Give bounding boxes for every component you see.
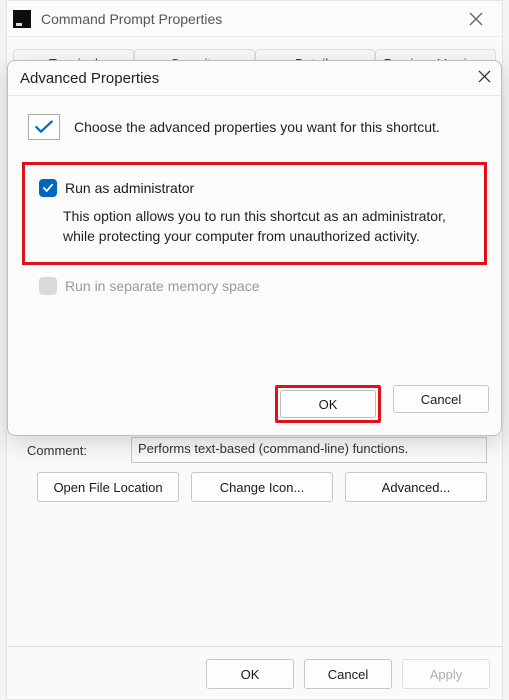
separate-memory-checkbox xyxy=(39,277,57,295)
checkmark-icon xyxy=(34,120,54,134)
advanced-button[interactable]: Advanced... xyxy=(345,472,487,502)
modal-footer-buttons: OK Cancel xyxy=(275,385,489,423)
parent-footer-buttons: OK Cancel Apply xyxy=(206,659,490,689)
modal-cancel-button[interactable]: Cancel xyxy=(393,385,489,413)
change-icon-button[interactable]: Change Icon... xyxy=(191,472,333,502)
separate-memory-label: Run in separate memory space xyxy=(65,278,260,294)
run-as-admin-row[interactable]: Run as administrator xyxy=(39,179,470,197)
close-icon xyxy=(469,12,483,26)
modal-heading-row: Choose the advanced properties you want … xyxy=(22,114,487,140)
run-as-admin-checkbox[interactable] xyxy=(39,179,57,197)
run-as-admin-highlight: Run as administrator This option allows … xyxy=(22,162,487,265)
modal-close-button[interactable] xyxy=(478,70,491,86)
close-icon xyxy=(478,70,491,83)
comment-label: Comment: xyxy=(27,443,131,458)
modal-body: Choose the advanced properties you want … xyxy=(8,95,501,295)
run-as-admin-description: This option allows you to run this short… xyxy=(63,207,463,246)
action-buttons-row: Open File Location Change Icon... Advanc… xyxy=(37,472,487,502)
comment-field[interactable]: Performs text-based (command-line) funct… xyxy=(131,437,487,463)
cmd-icon xyxy=(13,10,31,28)
checkmark-icon xyxy=(42,183,54,193)
comment-row: Comment: Performs text-based (command-li… xyxy=(27,437,487,463)
parent-ok-button[interactable]: OK xyxy=(206,659,294,689)
modal-ok-button[interactable]: OK xyxy=(280,390,376,418)
modal-titlebar: Advanced Properties xyxy=(8,61,501,95)
parent-close-button[interactable] xyxy=(456,5,496,33)
run-as-admin-label: Run as administrator xyxy=(65,180,194,196)
advanced-properties-dialog: Advanced Properties Choose the advanced … xyxy=(7,60,502,436)
ok-button-highlight: OK xyxy=(275,385,381,423)
parent-titlebar: Command Prompt Properties xyxy=(7,1,502,37)
options-icon xyxy=(28,114,60,140)
parent-window-title: Command Prompt Properties xyxy=(41,11,456,27)
separate-memory-row: Run in separate memory space xyxy=(22,277,487,295)
parent-apply-button: Apply xyxy=(402,659,490,689)
modal-title: Advanced Properties xyxy=(20,70,478,87)
parent-cancel-button[interactable]: Cancel xyxy=(304,659,392,689)
modal-heading-text: Choose the advanced properties you want … xyxy=(74,119,440,135)
open-file-location-button[interactable]: Open File Location xyxy=(37,472,179,502)
footer-divider xyxy=(7,646,502,647)
